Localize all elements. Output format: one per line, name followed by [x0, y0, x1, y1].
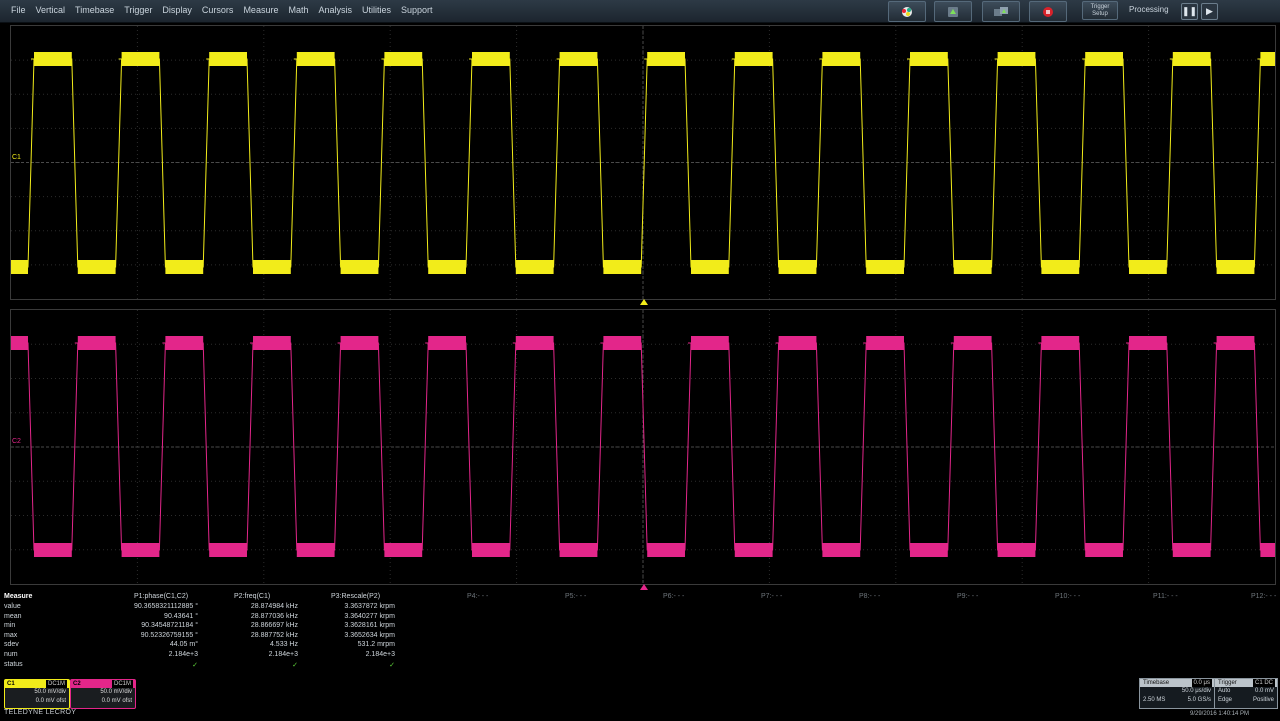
measure-cell: 28.866697 kHz: [250, 622, 298, 630]
measure-cell: ✓: [192, 661, 198, 669]
measure-cell: 2.184e+3: [168, 651, 198, 658]
menu-timebase[interactable]: Timebase: [70, 5, 119, 15]
menu-math[interactable]: Math: [283, 5, 313, 15]
measure-cell: 90.34548721184 °: [141, 622, 198, 630]
c2-center-marker: [640, 584, 648, 590]
measure-cell: 28.887752 kHz: [250, 631, 298, 639]
menu-support[interactable]: Support: [396, 5, 438, 15]
c1-offset: 0.0 mV ofst: [35, 698, 66, 704]
timebase-delay: 0.0 μs: [1191, 679, 1212, 687]
timebase-samples: 2.50 MS: [1143, 697, 1166, 703]
c2-descriptor[interactable]: C2 DC1M 50.0 mV/div 0.0 mV ofst: [70, 679, 136, 709]
measure-row-label-value: value: [4, 603, 21, 610]
timebase-title: Timebase: [1143, 680, 1170, 686]
measure-title: Measure: [4, 593, 33, 600]
measure-param-empty[interactable]: P12:- - -: [1251, 593, 1276, 600]
trigger-source: C1 DC: [1252, 679, 1275, 687]
measure-param-3-header[interactable]: P3:Rescale(P2): [331, 593, 380, 600]
measure-cell: 3.3637872 krpm: [344, 603, 395, 610]
measure-cell: 531.2 mrpm: [357, 641, 395, 649]
measure-param-2-header[interactable]: P2:freq(C1): [234, 593, 270, 600]
menu-vertical[interactable]: Vertical: [31, 5, 71, 15]
c2-grid[interactable]: C2: [10, 309, 1276, 585]
date-time: 9/29/2016 1:40:14 PM: [1190, 711, 1250, 717]
measure-row-label-status: status: [4, 660, 23, 668]
measure-cell: 90.3658321112885 °: [133, 603, 198, 610]
trigger-setup-line2: Setup: [1092, 11, 1108, 17]
measure-param-empty[interactable]: P8:- - -: [859, 593, 880, 600]
measure-row-label-min: min: [4, 622, 16, 630]
stop-icon[interactable]: [1029, 1, 1067, 22]
c2-descriptor-label: C2: [73, 681, 81, 687]
measure-cell: 3.3628161 krpm: [344, 622, 395, 630]
measure-table: Measure value mean min max sdev num status P1:p…: [0, 591, 1280, 679]
trigger-setup-button[interactable]: Trigger Setup: [1082, 1, 1118, 20]
measure-cell: 44.05 m°: [169, 641, 198, 649]
measure-cell: 28.874984 kHz: [250, 603, 298, 610]
multi-channel-icon[interactable]: [982, 1, 1020, 22]
c1-trace-plot: [11, 26, 1275, 299]
trigger-type: Edge: [1218, 697, 1233, 703]
c1-grid[interactable]: C1: [10, 25, 1276, 300]
c1-vdiv: 50.0 mV/div: [34, 689, 66, 695]
c2-vdiv: 50.0 mV/div: [100, 689, 132, 695]
measure-param-empty[interactable]: P9:- - -: [957, 593, 978, 600]
c1-axis-label: C1: [12, 154, 21, 161]
measure-row-label-max: max: [4, 631, 18, 639]
trigger-descriptor[interactable]: Trigger C1 DC Auto 0.0 mV Edge Positive: [1214, 678, 1278, 709]
menu-trigger[interactable]: Trigger: [119, 5, 157, 15]
menu-utilities[interactable]: Utilities: [357, 5, 396, 15]
measure-cell: 90.52326759155 °: [140, 631, 198, 639]
menu-measure[interactable]: Measure: [238, 5, 283, 15]
c2-coupling: DC1M: [111, 680, 133, 688]
c1-descriptor-label: C1: [7, 681, 15, 687]
measure-row-label-sdev: sdev: [4, 641, 19, 649]
trigger-title: Trigger: [1218, 680, 1237, 686]
measure-param-empty[interactable]: P7:- - -: [761, 593, 782, 600]
menu-analysis[interactable]: Analysis: [313, 5, 357, 15]
processing-label: Processing: [1129, 5, 1169, 14]
measure-cell: 3.3652634 krpm: [344, 631, 395, 639]
auto-setup-icon[interactable]: [934, 1, 972, 22]
trigger-level: 0.0 mV: [1254, 688, 1274, 694]
measure-param-empty[interactable]: P4:- - -: [467, 593, 488, 600]
menu-cursors[interactable]: Cursors: [197, 5, 239, 15]
trigger-mode: Auto: [1218, 688, 1231, 694]
scope-app-icon[interactable]: [888, 1, 926, 22]
menu-display[interactable]: Display: [157, 5, 197, 15]
play-icon[interactable]: ▶: [1201, 3, 1218, 20]
measure-cell: 2.184e+3: [268, 651, 298, 658]
brand-logo: TELEDYNE LECROY: [4, 709, 77, 716]
menu-bar: File Vertical Timebase Trigger Display Cursor…: [0, 0, 1280, 23]
measure-cell: 90.43641 °: [164, 612, 198, 620]
measure-param-empty[interactable]: P11:- - -: [1153, 593, 1178, 600]
measure-param-empty[interactable]: P10:- - -: [1055, 593, 1080, 600]
measure-row-label-mean: mean: [4, 612, 22, 620]
pause-icon[interactable]: ❚❚: [1181, 3, 1198, 20]
c2-axis-label: C2: [12, 438, 21, 445]
trigger-level-marker[interactable]: [639, 298, 649, 306]
measure-row-label-num: num: [4, 651, 18, 658]
measure-param-empty[interactable]: P5:- - -: [565, 593, 586, 600]
trigger-setup-line1: Trigger: [1090, 4, 1110, 10]
timebase-descriptor[interactable]: Timebase 0.0 μs 50.0 μs/div 2.50 MS 5.0 GS…: [1139, 678, 1215, 709]
menu-file[interactable]: File: [6, 5, 31, 15]
menu-items: File Vertical Timebase Trigger Display Cursor…: [6, 5, 438, 15]
timebase-rate: 5.0 GS/s: [1187, 697, 1211, 703]
measure-cell: 3.3640277 krpm: [344, 612, 395, 620]
measure-cell: 2.184e+3: [365, 651, 395, 658]
measure-param-empty[interactable]: P6:- - -: [663, 593, 684, 600]
measure-cell: 4.533 Hz: [269, 641, 298, 649]
trigger-slope: Positive: [1252, 697, 1274, 703]
timebase-tdiv: 50.0 μs/div: [1181, 688, 1211, 694]
c2-offset: 0.0 mV ofst: [101, 698, 132, 704]
measure-cell: 28.877036 kHz: [250, 612, 298, 620]
c2-trace-plot: [11, 310, 1275, 584]
c1-coupling: DC1M: [45, 680, 67, 688]
measure-param-1-header[interactable]: P1:phase(C1,C2): [134, 593, 188, 600]
c1-descriptor[interactable]: C1 DC1M 50.0 mV/div 0.0 mV ofst: [4, 679, 70, 709]
measure-cell: ✓: [389, 661, 395, 669]
measure-cell: ✓: [292, 661, 298, 669]
